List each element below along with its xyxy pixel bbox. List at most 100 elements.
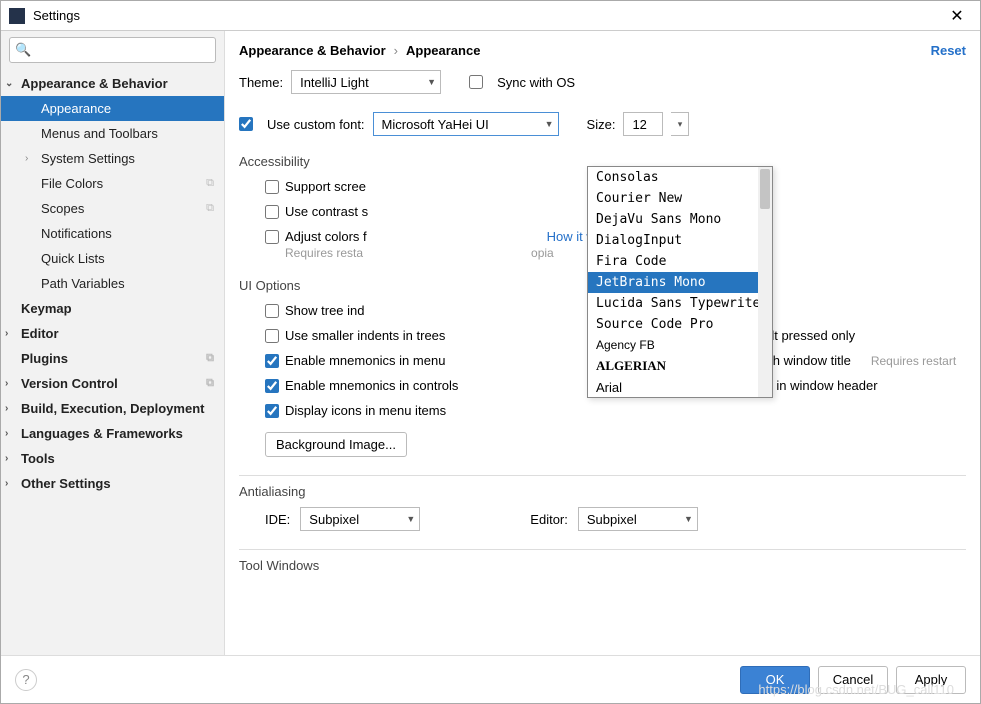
tree-item-label: Path Variables bbox=[41, 276, 125, 291]
scrollbar[interactable] bbox=[758, 167, 772, 397]
option-label: Show tree ind bbox=[285, 303, 365, 318]
divider bbox=[239, 549, 966, 550]
font-option[interactable]: DialogInput bbox=[588, 230, 772, 251]
divider bbox=[239, 475, 966, 476]
restart-note: Requires resta bbox=[285, 246, 363, 260]
tree-item-label: Editor bbox=[21, 326, 59, 341]
tree-item-label: Languages & Frameworks bbox=[21, 426, 183, 441]
tree-item-keymap[interactable]: Keymap bbox=[1, 296, 224, 321]
ide-aa-combo[interactable]: Subpixel ▼ bbox=[300, 507, 420, 531]
adjust-colors-checkbox[interactable] bbox=[265, 230, 279, 244]
font-option[interactable]: ALGERIAN bbox=[588, 355, 772, 377]
antialias-row: IDE: Subpixel ▼ Editor: Subpixel ▼ bbox=[239, 507, 966, 531]
chevron-right-icon: › bbox=[5, 478, 8, 489]
tree-item-other-settings[interactable]: › Other Settings bbox=[1, 471, 224, 496]
tree-item-build-execution-deployment[interactable]: ›Build, Execution, Deployment bbox=[1, 396, 224, 421]
tree-item-label: Plugins bbox=[21, 351, 68, 366]
tree-item-tools[interactable]: › Tools bbox=[1, 446, 224, 471]
option-checkbox[interactable] bbox=[265, 304, 279, 318]
option-row: Display icons in menu items bbox=[239, 403, 603, 418]
tree-item-label: Tools bbox=[21, 451, 55, 466]
scrollbar-thumb[interactable] bbox=[760, 169, 770, 209]
copy-icon: ⧉ bbox=[206, 377, 214, 390]
chevron-down-icon: ⌄ bbox=[5, 78, 13, 89]
apply-button[interactable]: Apply bbox=[896, 666, 966, 694]
font-option[interactable]: Consolas bbox=[588, 167, 772, 188]
font-option[interactable]: Arial bbox=[588, 377, 772, 398]
chevron-right-icon: › bbox=[5, 378, 8, 389]
tree-item-editor[interactable]: ›Editor bbox=[1, 321, 224, 346]
background-image-button[interactable]: Background Image... bbox=[265, 432, 407, 457]
tree-item-appearance[interactable]: Appearance bbox=[1, 96, 224, 121]
search-wrap: 🔍 bbox=[9, 37, 216, 63]
chevron-right-icon: › bbox=[25, 153, 28, 164]
option-label: Enable mnemonics in menu bbox=[285, 353, 445, 368]
editor-aa-value: Subpixel bbox=[587, 512, 637, 527]
close-icon[interactable]: ✕ bbox=[942, 6, 972, 26]
tree-item-file-colors[interactable]: File Colors⧉ bbox=[1, 171, 224, 196]
option-row: Enable mnemonics in controls bbox=[239, 378, 603, 393]
tree-item-label: Build, Execution, Deployment bbox=[21, 401, 204, 416]
chevron-right-icon: › bbox=[5, 453, 8, 464]
tree-item-label: Notifications bbox=[41, 226, 112, 241]
size-field[interactable]: 12 bbox=[623, 112, 663, 136]
size-spinner[interactable]: ▾ bbox=[671, 112, 689, 136]
editor-aa-combo[interactable]: Subpixel ▼ bbox=[578, 507, 698, 531]
font-option[interactable]: Courier New bbox=[588, 188, 772, 209]
tree-item-scopes[interactable]: Scopes⧉ bbox=[1, 196, 224, 221]
sync-os-checkbox[interactable] bbox=[469, 75, 483, 89]
sidebar: 🔍 ⌄ Appearance & Behavior AppearanceMenus … bbox=[1, 31, 225, 655]
breadcrumb-parent[interactable]: Appearance & Behavior bbox=[239, 43, 386, 58]
option-checkbox[interactable] bbox=[265, 404, 279, 418]
breadcrumb: Appearance & Behavior › Appearance bbox=[239, 43, 966, 58]
reset-link[interactable]: Reset bbox=[931, 43, 966, 58]
font-option[interactable]: Fira Code bbox=[588, 251, 772, 272]
font-combo[interactable]: Microsoft YaHei UI ▼ bbox=[373, 112, 559, 136]
chevron-down-icon: ▼ bbox=[539, 119, 554, 129]
font-option[interactable]: Agency FB bbox=[588, 335, 772, 355]
search-icon: 🔍 bbox=[15, 42, 31, 58]
tree-item-languages-frameworks[interactable]: ›Languages & Frameworks bbox=[1, 421, 224, 446]
tree-item-notifications[interactable]: Notifications bbox=[1, 221, 224, 246]
size-value: 12 bbox=[632, 117, 646, 132]
sync-os-label: Sync with OS bbox=[497, 75, 575, 90]
tree-item-system-settings[interactable]: ›System Settings bbox=[1, 146, 224, 171]
option-checkbox[interactable] bbox=[265, 379, 279, 393]
ok-button[interactable]: OK bbox=[740, 666, 810, 694]
option-row: Show tree ind bbox=[239, 303, 603, 318]
tree-item-quick-lists[interactable]: Quick Lists bbox=[1, 246, 224, 271]
option-label: Enable mnemonics in controls bbox=[285, 378, 458, 393]
tree-item-menus-and-toolbars[interactable]: Menus and Toolbars bbox=[1, 121, 224, 146]
font-option[interactable]: Lucida Sans Typewriter bbox=[588, 293, 772, 314]
tree-item-label: Other Settings bbox=[21, 476, 111, 491]
tree-item-path-variables[interactable]: Path Variables bbox=[1, 271, 224, 296]
option-checkbox[interactable] bbox=[265, 354, 279, 368]
option-row: Use smaller indents in trees bbox=[239, 328, 603, 343]
tree-item-label: Appearance & Behavior bbox=[21, 76, 168, 91]
titlebar: Settings ✕ bbox=[1, 1, 980, 31]
support-screen-checkbox[interactable] bbox=[265, 180, 279, 194]
tree-item-label: Quick Lists bbox=[41, 251, 105, 266]
search-input[interactable] bbox=[9, 37, 216, 63]
tree-item-plugins[interactable]: Plugins ⧉ bbox=[1, 346, 224, 371]
help-icon[interactable]: ? bbox=[15, 669, 37, 691]
tree-item-version-control[interactable]: ›Version Control⧉ bbox=[1, 371, 224, 396]
copy-icon: ⧉ bbox=[206, 352, 214, 365]
chevron-down-icon: ▼ bbox=[400, 514, 415, 524]
restart-note-tail: opia bbox=[531, 246, 554, 260]
option-checkbox[interactable] bbox=[265, 329, 279, 343]
custom-font-checkbox[interactable] bbox=[239, 117, 253, 131]
contrast-checkbox[interactable] bbox=[265, 205, 279, 219]
theme-combo[interactable]: IntelliJ Light ▼ bbox=[291, 70, 441, 94]
font-option[interactable]: Source Code Pro bbox=[588, 314, 772, 335]
footer: ? OK Cancel Apply bbox=[1, 655, 980, 703]
font-option[interactable]: DejaVu Sans Mono bbox=[588, 209, 772, 230]
font-option[interactable]: JetBrains Mono bbox=[588, 272, 772, 293]
editor-aa-label: Editor: bbox=[530, 512, 568, 527]
theme-label: Theme: bbox=[239, 75, 283, 90]
tree-item-appearance-behavior[interactable]: ⌄ Appearance & Behavior bbox=[1, 71, 224, 96]
cancel-button[interactable]: Cancel bbox=[818, 666, 888, 694]
font-dropdown[interactable]: ConsolasCourier NewDejaVu Sans MonoDialo… bbox=[587, 166, 773, 398]
chevron-down-icon: ▼ bbox=[421, 77, 436, 87]
tool-windows-header: Tool Windows bbox=[239, 558, 966, 573]
